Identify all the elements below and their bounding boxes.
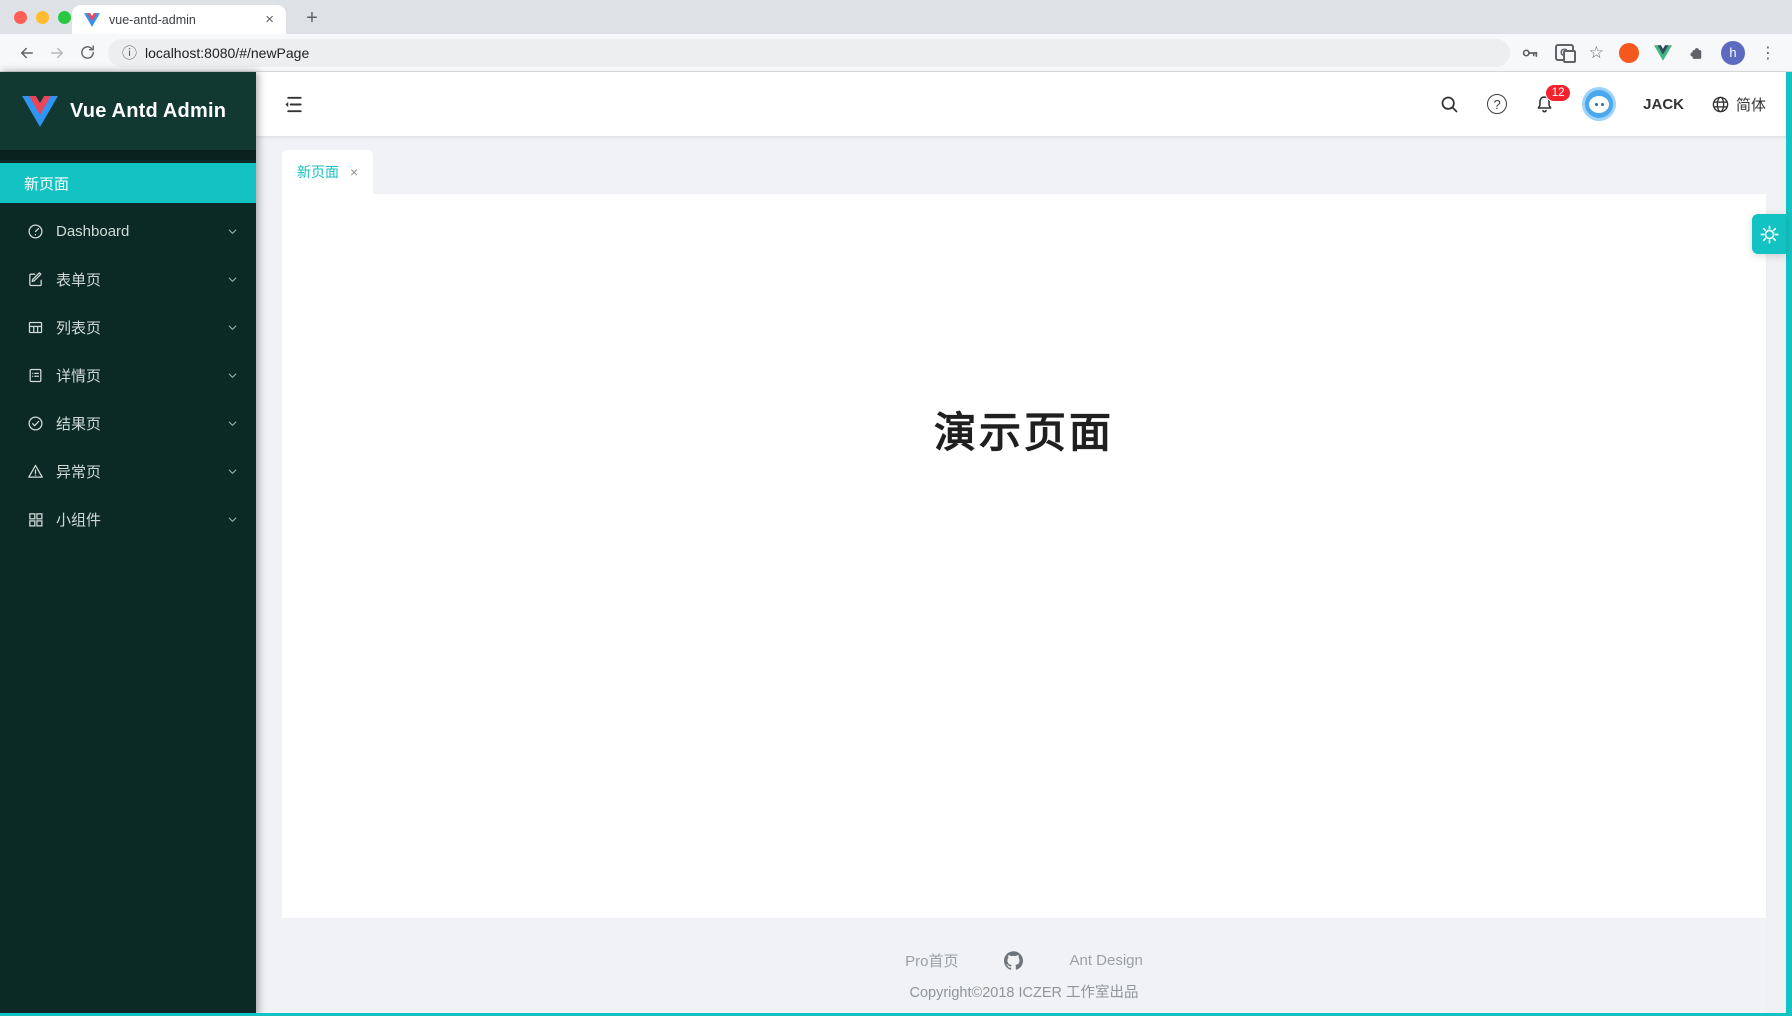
chevron-down-icon	[227, 418, 238, 429]
browser-toolbar: ⓘ localhost:8080/#/newPage G ☆ h ⋮	[0, 34, 1792, 72]
chevron-down-icon	[227, 226, 238, 237]
browser-menu-icon[interactable]: ⋮	[1760, 43, 1776, 63]
dashboard-icon	[27, 223, 44, 240]
vue-favicon-icon	[84, 13, 100, 27]
drawer-edge-line	[1786, 72, 1792, 1016]
page-tabs: 新页面 ×	[256, 136, 1792, 194]
content-card: 演示页面	[282, 194, 1766, 918]
user-avatar[interactable]	[1582, 87, 1616, 121]
sidebar-item-dashboard[interactable]: Dashboard	[0, 211, 256, 251]
settings-button[interactable]	[1752, 214, 1786, 254]
github-icon[interactable]	[1004, 951, 1023, 970]
sidebar-divider	[0, 150, 256, 160]
main-area: ? 12 JACK 简体	[256, 72, 1792, 1016]
window-controls	[14, 11, 71, 24]
table-icon	[27, 319, 44, 336]
minimize-window-button[interactable]	[36, 11, 49, 24]
new-tab-button[interactable]: +	[298, 4, 326, 32]
sidebar-item-forms[interactable]: 表单页	[0, 259, 256, 299]
tab-close-icon[interactable]: ×	[350, 164, 358, 180]
check-circle-icon	[27, 415, 44, 432]
browser-tab[interactable]: vue-antd-admin ×	[72, 5, 286, 34]
browser-tab-strip: vue-antd-admin × +	[0, 0, 1792, 34]
extension-icon-orange[interactable]	[1619, 43, 1639, 63]
vue-devtools-icon[interactable]	[1654, 45, 1672, 61]
sidebar-item-label: 详情页	[56, 365, 101, 386]
browser-window: vue-antd-admin × + ⓘ localhost:8080/#/ne…	[0, 0, 1792, 1016]
notifications-button[interactable]: 12	[1534, 94, 1555, 115]
workspace: 新页面 × 演示页面 Pro首页 Ant Design Copyri	[256, 136, 1792, 1016]
profile-icon	[27, 367, 44, 384]
username[interactable]: JACK	[1643, 96, 1684, 113]
sidebar-item-exceptions[interactable]: 异常页	[0, 451, 256, 491]
sidebar-item-results[interactable]: 结果页	[0, 403, 256, 443]
sidebar-item-label: 异常页	[56, 461, 101, 482]
translate-icon[interactable]: G	[1555, 44, 1574, 61]
tab-label: 新页面	[297, 162, 339, 182]
chevron-down-icon	[227, 322, 238, 333]
app-root: Vue Antd Admin 新页面 Dashboard 表单页	[0, 72, 1792, 1016]
language-switcher[interactable]: 简体	[1711, 94, 1766, 115]
search-icon[interactable]	[1439, 94, 1460, 115]
address-bar[interactable]: ⓘ localhost:8080/#/newPage	[108, 39, 1510, 67]
extensions-puzzle-icon[interactable]	[1687, 43, 1706, 62]
sidebar-logo[interactable]: Vue Antd Admin	[0, 72, 256, 150]
bookmark-star-icon[interactable]: ☆	[1589, 43, 1604, 63]
tab-new-page[interactable]: 新页面 ×	[282, 150, 373, 194]
sidebar-item-label: 新页面	[24, 173, 69, 194]
close-window-button[interactable]	[14, 11, 27, 24]
language-label: 简体	[1736, 94, 1766, 115]
notification-badge: 12	[1545, 84, 1571, 102]
vue-logo-icon	[22, 96, 58, 127]
header-actions: ? 12 JACK 简体	[1439, 87, 1766, 121]
chevron-down-icon	[227, 370, 238, 381]
sidebar-item-label: Dashboard	[56, 223, 129, 240]
back-icon[interactable]	[12, 38, 42, 68]
browser-tab-title: vue-antd-admin	[109, 13, 256, 27]
chevron-down-icon	[227, 514, 238, 525]
sidebar-menu: 新页面 Dashboard 表单页	[0, 160, 256, 539]
url-text[interactable]: localhost:8080/#/newPage	[145, 45, 309, 61]
help-icon[interactable]: ?	[1487, 94, 1507, 114]
tab-close-icon[interactable]: ×	[265, 12, 274, 27]
sidebar-item-new-page[interactable]: 新页面	[0, 163, 256, 203]
app-header: ? 12 JACK 简体	[256, 72, 1792, 136]
page-title: 演示页面	[282, 194, 1766, 460]
page-info-icon[interactable]: ⓘ	[122, 42, 137, 63]
app-footer: Pro首页 Ant Design Copyright©2018 ICZER 工作…	[256, 950, 1792, 1002]
globe-icon	[1711, 95, 1730, 114]
sidebar-item-label: 表单页	[56, 269, 101, 290]
password-key-icon[interactable]	[1520, 43, 1540, 63]
warning-icon	[27, 463, 44, 480]
reload-icon[interactable]	[72, 38, 102, 68]
browser-profile-avatar[interactable]: h	[1721, 41, 1745, 65]
footer-link-ant-design[interactable]: Ant Design	[1069, 952, 1142, 969]
toolbar-actions: G ☆ h ⋮	[1520, 41, 1780, 65]
sidebar-item-lists[interactable]: 列表页	[0, 307, 256, 347]
sidebar-item-label: 列表页	[56, 317, 101, 338]
menu-fold-icon[interactable]	[282, 93, 305, 116]
page-gutter	[1766, 208, 1786, 1016]
sidebar-item-details[interactable]: 详情页	[0, 355, 256, 395]
sidebar: Vue Antd Admin 新页面 Dashboard 表单页	[0, 72, 256, 1016]
maximize-window-button[interactable]	[58, 11, 71, 24]
sidebar-item-label: 小组件	[56, 509, 101, 530]
copyright: Copyright©2018 ICZER 工作室出品	[256, 981, 1792, 1002]
forward-icon[interactable]	[42, 38, 72, 68]
footer-link-pro-home[interactable]: Pro首页	[905, 950, 958, 971]
chevron-down-icon	[227, 466, 238, 477]
chevron-down-icon	[227, 274, 238, 285]
app-title: Vue Antd Admin	[70, 100, 226, 123]
sidebar-item-widgets[interactable]: 小组件	[0, 499, 256, 539]
gear-icon	[1759, 224, 1780, 245]
appstore-icon	[27, 511, 44, 528]
form-icon	[27, 271, 44, 288]
sidebar-item-label: 结果页	[56, 413, 101, 434]
